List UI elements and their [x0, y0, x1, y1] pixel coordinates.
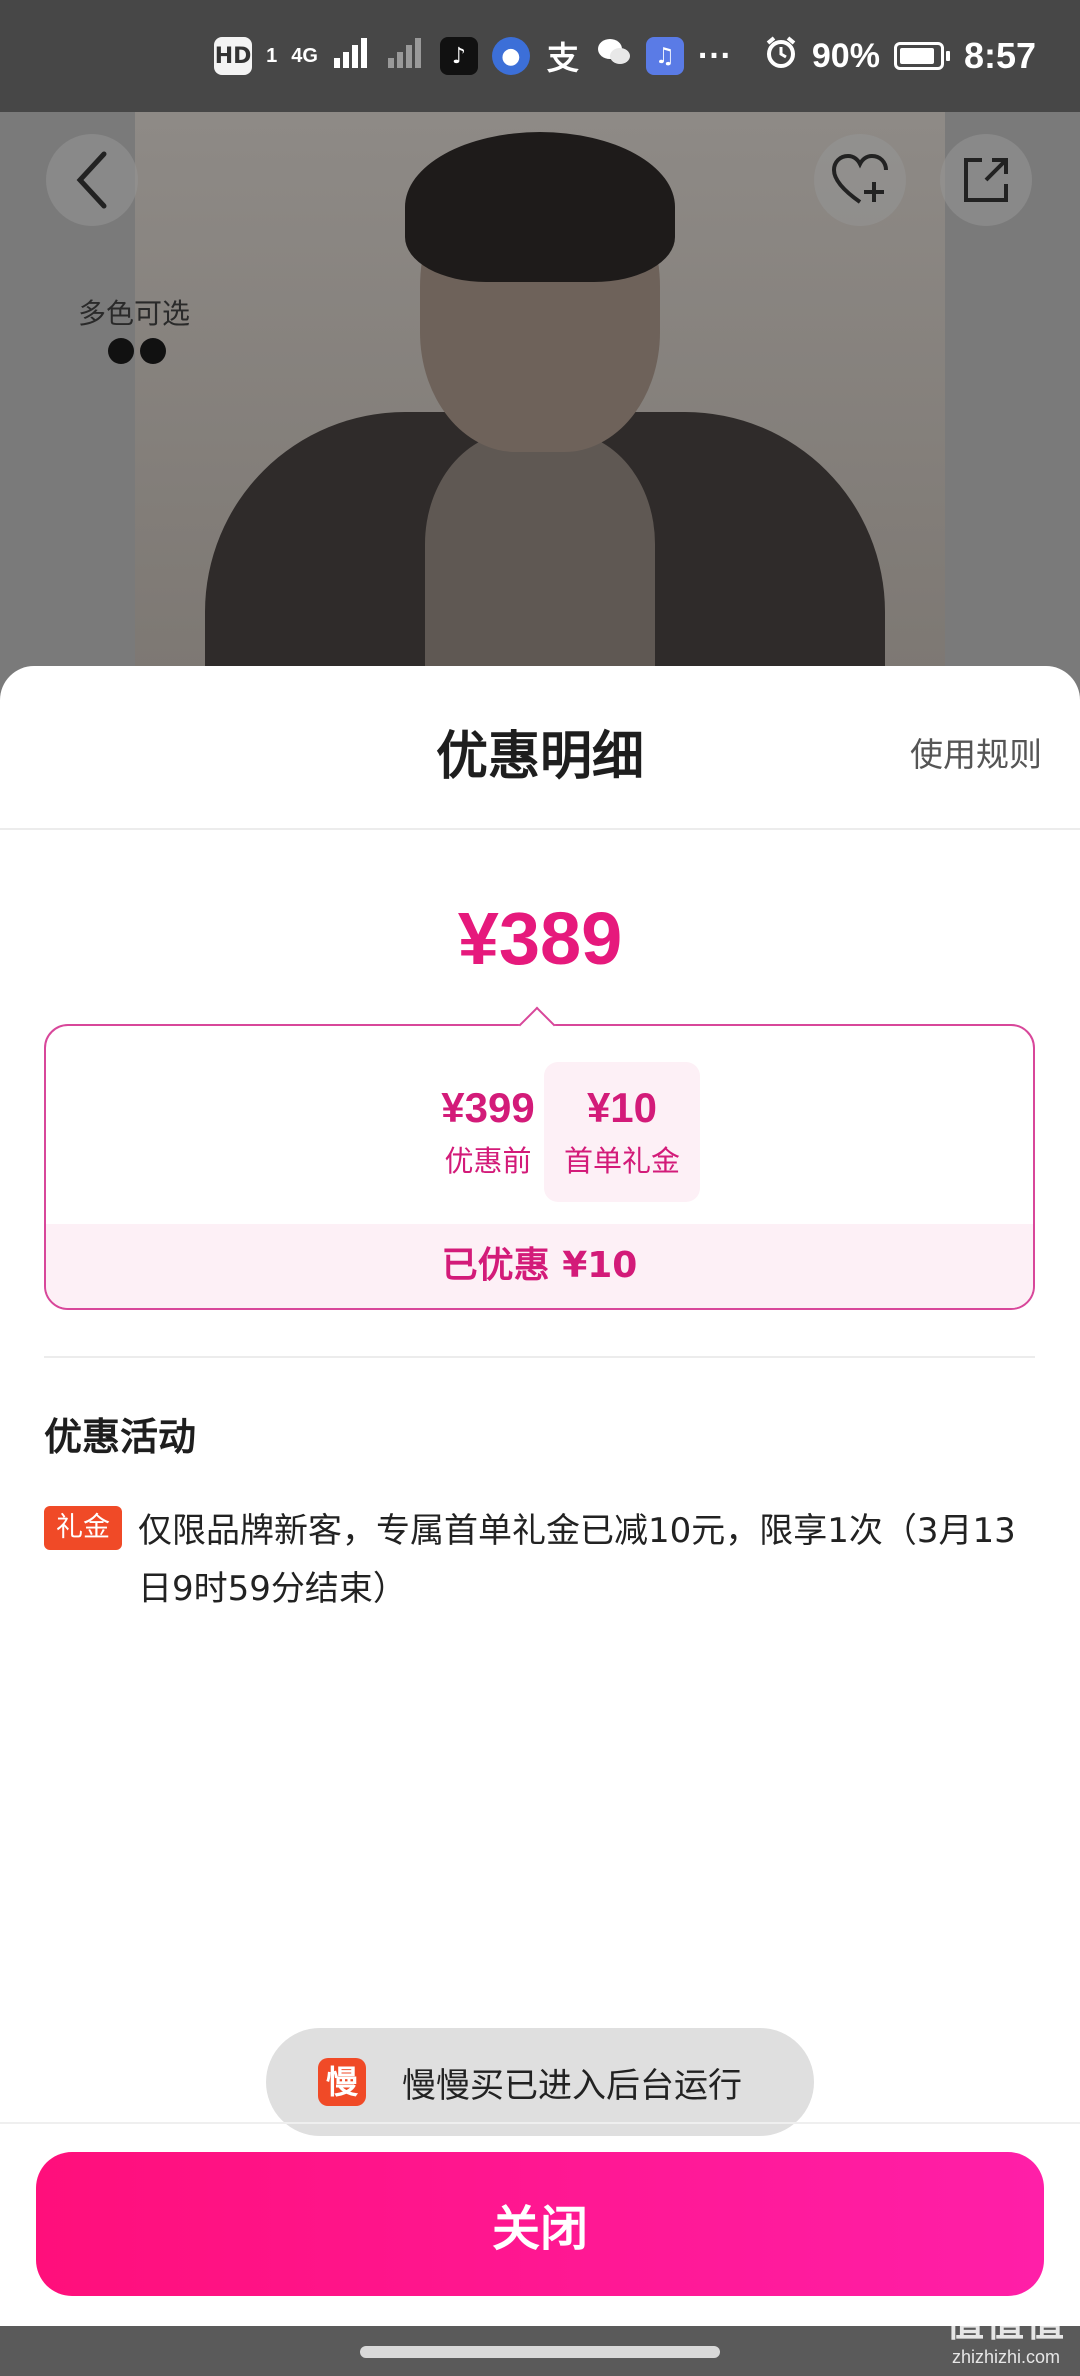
- background-running-toast: 慢 慢慢买已进入后台运行: [266, 2028, 814, 2136]
- photo-hair-shape: [405, 132, 675, 282]
- more-notifications-icon: ···: [697, 36, 732, 75]
- activity-tag: 礼金: [44, 1506, 122, 1550]
- share-icon: [964, 158, 1008, 202]
- activity-text: 仅限品牌新客，专属首单礼金已减10元，限享1次（3月13日9时59分结束）: [138, 1511, 1016, 1609]
- tiktok-icon: ♪: [439, 37, 478, 75]
- section-divider: [44, 1356, 1035, 1358]
- original-price-label: 优惠前: [444, 1144, 532, 1178]
- network-type-label: 4G: [291, 44, 318, 67]
- footer-divider: [0, 2122, 1080, 2124]
- share-button[interactable]: [940, 134, 1032, 226]
- usage-rules-link[interactable]: 使用规则: [910, 728, 1042, 776]
- price-breakdown-card: ¥399 优惠前 - ¥10 首单礼金 已优惠 ¥10: [44, 1006, 1035, 1310]
- sim-slot-label: 1: [266, 44, 278, 67]
- manmanmai-app-icon: 慢: [318, 2058, 366, 2106]
- variant-swatches[interactable]: [108, 338, 166, 364]
- battery-percent: 90%: [811, 36, 880, 75]
- site-watermark: 值值值 zhizhizhi.com: [946, 2292, 1066, 2368]
- battery-icon: [893, 42, 950, 70]
- variant-label: 多色可选: [78, 297, 191, 330]
- watermark-site: zhizhizhi.com: [951, 2347, 1061, 2367]
- alipay-icon: 支: [546, 39, 579, 77]
- signal-icon: [332, 36, 372, 77]
- product-page-background: HD 1 4G ♪ ● 支 ♫ ··· 90% 8:57 多色可选: [0, 0, 1080, 700]
- sheet-header: 优惠明细 使用规则: [0, 666, 1080, 830]
- coupon-amount: ¥10: [586, 1084, 658, 1131]
- original-price-item: ¥399 优惠前: [410, 1062, 566, 1202]
- signal-secondary-icon: [386, 36, 426, 77]
- activities-title: 优惠活动: [44, 1415, 197, 1459]
- clock: 8:57: [963, 35, 1036, 76]
- wechat-icon: [596, 36, 632, 77]
- coupon-label: 首单礼金: [563, 1144, 680, 1178]
- original-price-amount: ¥399: [441, 1084, 535, 1131]
- breakdown-pointer: [518, 1006, 556, 1044]
- back-button[interactable]: [46, 134, 138, 226]
- home-indicator[interactable]: [360, 2346, 720, 2358]
- heart-plus-icon: [831, 153, 888, 204]
- hd-badge: HD: [214, 37, 253, 75]
- final-price: ¥389: [457, 897, 623, 980]
- variant-swatch[interactable]: [108, 338, 134, 364]
- photo-shirt-shape: [425, 432, 655, 672]
- watermark-logo: 值值值: [945, 2301, 1066, 2345]
- browser-icon: ●: [491, 37, 530, 75]
- status-bar: HD 1 4G ♪ ● 支 ♫ ··· 90% 8:57: [0, 0, 1080, 112]
- alarm-icon: [764, 35, 798, 78]
- chevron-left-icon: [76, 151, 107, 209]
- discount-detail-sheet: 优惠明细 使用规则 ¥389 ¥399 优惠前 - ¥10 首单礼金 已优惠 ¥…: [0, 666, 1080, 2326]
- close-button[interactable]: 关闭: [36, 2152, 1044, 2296]
- variant-swatch[interactable]: [140, 338, 166, 364]
- activity-item: 礼金 仅限品牌新客，专属首单礼金已减10元，限享1次（3月13日9时59分结束）: [44, 1502, 1035, 1618]
- navigation-bar: 值值值 zhizhizhi.com: [0, 2301, 1080, 2376]
- saved-total: 已优惠 ¥10: [46, 1224, 1033, 1308]
- toast-text: 慢慢买已进入后台运行: [402, 2065, 742, 2106]
- music-app-icon: ♫: [645, 37, 684, 75]
- first-order-coupon-item: ¥10 首单礼金: [544, 1062, 700, 1202]
- favorite-button[interactable]: [814, 134, 906, 226]
